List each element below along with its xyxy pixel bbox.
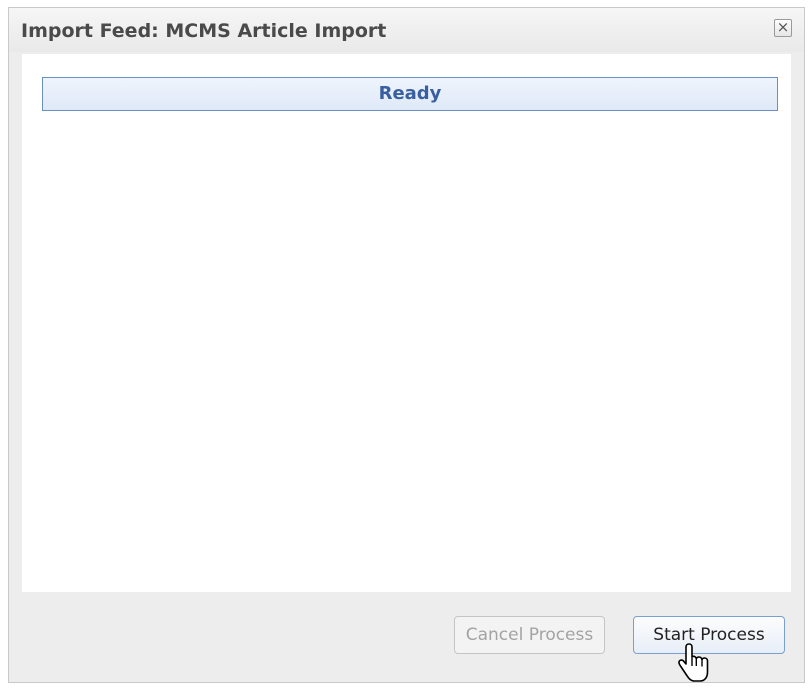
status-bar: Ready bbox=[42, 77, 778, 111]
close-button[interactable]: × bbox=[774, 19, 792, 37]
cancel-process-button[interactable]: Cancel Process bbox=[454, 616, 605, 654]
dialog-content: Ready bbox=[22, 54, 791, 592]
close-icon: × bbox=[776, 18, 790, 36]
dialog-title: Import Feed: MCMS Article Import bbox=[21, 20, 387, 42]
dialog-titlebar[interactable]: Import Feed: MCMS Article Import × bbox=[9, 8, 804, 52]
hand-pointer-icon bbox=[678, 643, 709, 682]
status-text: Ready bbox=[378, 83, 442, 104]
import-feed-dialog: Import Feed: MCMS Article Import × Ready… bbox=[8, 7, 805, 683]
